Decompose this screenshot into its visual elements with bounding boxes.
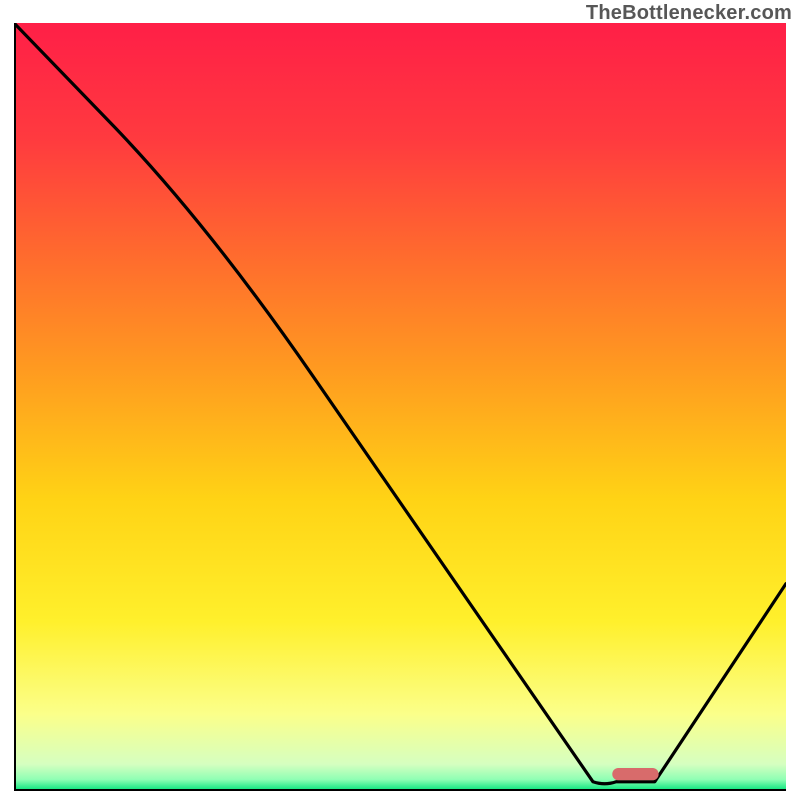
gradient-background (14, 23, 786, 791)
optimal-marker (612, 768, 658, 780)
attribution-label: TheBottlenecker.com (586, 2, 792, 25)
chart-container: { "attribution": "TheBottlenecker.com", … (0, 0, 800, 800)
chart-svg (14, 23, 786, 791)
chart-plot (14, 23, 786, 791)
